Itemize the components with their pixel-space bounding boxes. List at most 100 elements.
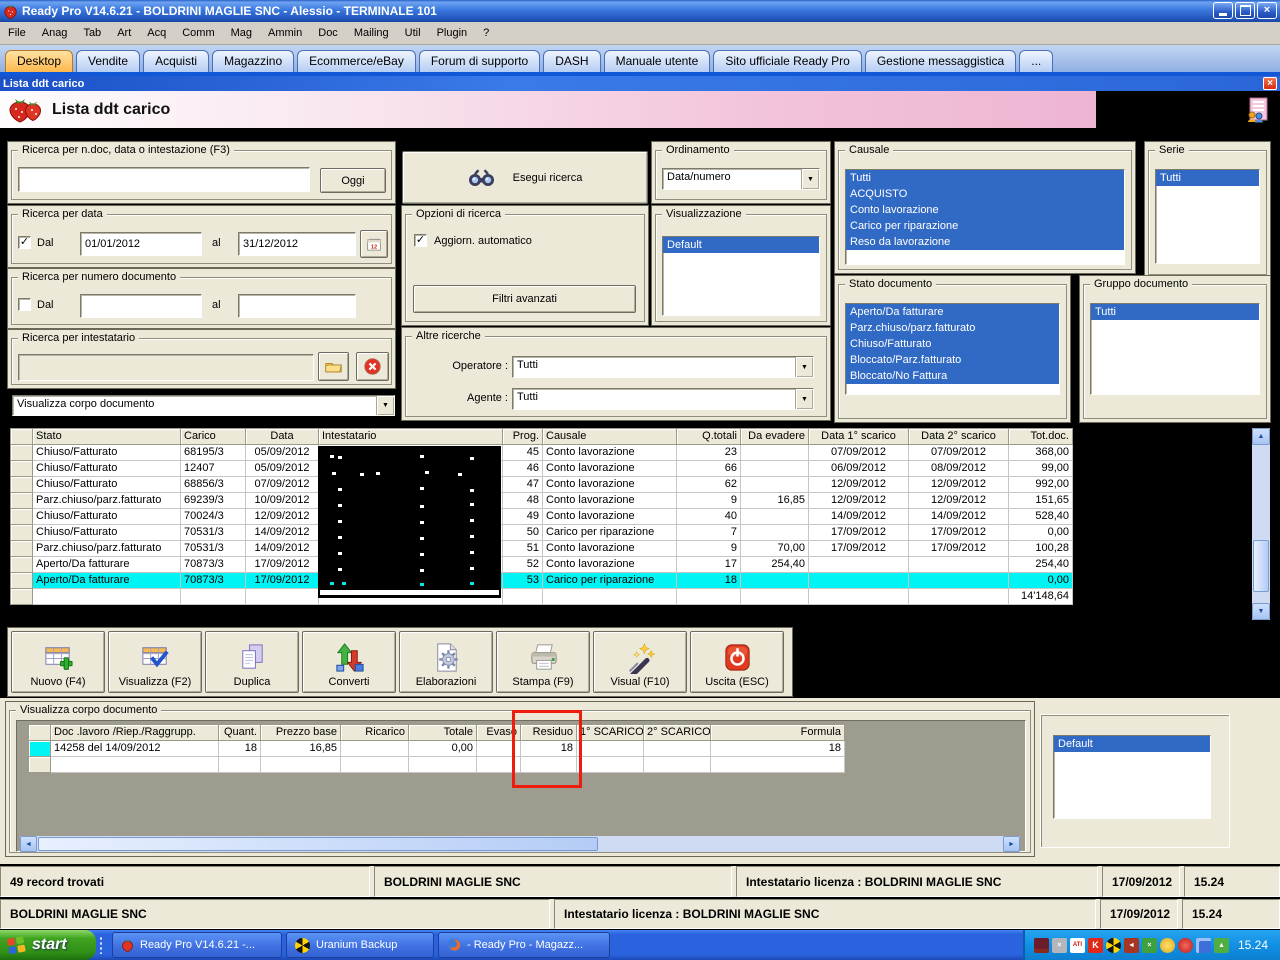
browse-intestatario-button[interactable] [318, 352, 349, 381]
menu-mailing[interactable]: Mailing [346, 24, 397, 42]
row-selector[interactable] [10, 524, 33, 541]
agente-combo[interactable]: Tutti ▼ [512, 388, 814, 410]
tab-sito[interactable]: Sito ufficiale Ready Pro [713, 50, 862, 72]
network-icon[interactable] [1195, 937, 1211, 953]
calendar-button[interactable]: 12 [360, 230, 388, 258]
table-row[interactable]: Chiuso/Fatturato 70531/3 14/09/2012 50 Caric… [10, 524, 1073, 541]
usb-eject-icon[interactable]: ▲ [1213, 937, 1229, 953]
document-users-icon[interactable] [1245, 97, 1269, 123]
table-row[interactable]: Chiuso/Fatturato 12407 05/09/2012 46 Conto l… [10, 460, 1073, 477]
row-selector[interactable] [10, 508, 33, 525]
scroll-left-icon[interactable]: ◄ [20, 836, 37, 852]
ordinamento-combo[interactable]: Data/numero ▼ [662, 168, 820, 190]
stampa-button[interactable]: Stampa (F9) [496, 631, 590, 693]
execute-search-button[interactable]: Esegui ricerca [402, 151, 648, 204]
table-row[interactable]: 14'148,64 [10, 588, 1073, 605]
column-header[interactable]: Q.totali [676, 428, 741, 445]
visualizzazione-listbox[interactable]: Default [662, 236, 820, 316]
list-item[interactable]: Tutti [1091, 304, 1259, 320]
menu-file[interactable]: File [0, 24, 34, 42]
elaborazioni-button[interactable]: Elaborazioni [399, 631, 493, 693]
column-header[interactable]: Ricarico [340, 724, 409, 741]
today-button[interactable]: Oggi [320, 168, 386, 193]
table-row[interactable] [28, 756, 845, 773]
serie-listbox[interactable]: Tutti [1155, 169, 1260, 264]
tab-vendite[interactable]: Vendite [76, 50, 141, 72]
menu-mag[interactable]: Mag [223, 24, 260, 42]
tab-messaggistica[interactable]: Gestione messaggistica [864, 50, 1017, 72]
table-row[interactable]: Aperto/Da fatturare 70873/3 17/09/2012 53 Ca… [10, 572, 1073, 589]
row-selector[interactable] [28, 740, 51, 757]
visual-button[interactable]: Visual (F10) [593, 631, 687, 693]
list-item[interactable]: ACQUISTO [846, 186, 1124, 202]
ati-icon[interactable]: ATI [1069, 937, 1085, 953]
row-selector[interactable] [10, 460, 33, 477]
column-header[interactable]: 2° SCARICO [643, 724, 711, 741]
table-row[interactable]: Aperto/Da fatturare 70873/3 17/09/2012 52 Co… [10, 556, 1073, 573]
tab-dash[interactable]: DASH [543, 50, 601, 72]
column-header[interactable]: Prezzo base [260, 724, 341, 741]
list-item[interactable]: Tutti [846, 170, 1124, 186]
column-header[interactable]: 1° SCARICO [576, 724, 644, 741]
list-item[interactable]: Reso da lavorazione [846, 234, 1124, 250]
converti-button[interactable]: Converti [302, 631, 396, 693]
hscroll-thumb[interactable] [38, 837, 598, 851]
clear-intestatario-button[interactable] [356, 352, 389, 381]
nuovo-button[interactable]: Nuovo (F4) [11, 631, 105, 693]
column-header[interactable]: Tot.doc. [1008, 428, 1073, 445]
scroll-up-icon[interactable]: ▲ [1252, 428, 1270, 445]
inactive-gray-icon[interactable]: × [1051, 937, 1067, 953]
start-button[interactable]: start [0, 930, 96, 960]
column-header[interactable]: Causale [542, 428, 677, 445]
table-row[interactable]: Chiuso/Fatturato 68856/3 07/09/2012 47 Conto… [10, 476, 1073, 493]
vscroll-thumb[interactable] [1253, 540, 1269, 592]
chevron-down-icon[interactable]: ▼ [376, 396, 394, 415]
list-item[interactable]: Default [663, 237, 819, 253]
row-selector[interactable] [10, 492, 33, 509]
column-header[interactable]: Formula [710, 724, 845, 741]
column-header[interactable]: Totale [408, 724, 477, 741]
stato-documento-listbox[interactable]: Aperto/Da fatturare Parz.chiuso/parz.fat… [845, 303, 1060, 395]
menu-plugin[interactable]: Plugin [429, 24, 476, 42]
alarm-bell-icon[interactable] [1159, 937, 1175, 953]
row-selector[interactable] [10, 444, 33, 461]
row-selector[interactable] [28, 756, 51, 773]
menu-help[interactable]: ? [475, 24, 497, 42]
menu-doc[interactable]: Doc [310, 24, 346, 42]
gruppo-documento-listbox[interactable]: Tutti [1090, 303, 1260, 395]
uranium-backup-icon[interactable] [1105, 937, 1121, 953]
column-header[interactable]: Carico [180, 428, 246, 445]
table-vscrollbar[interactable]: ▲ ▼ [1252, 428, 1270, 620]
list-item[interactable]: Aperto/Da fatturare [846, 304, 1059, 320]
tab-desktop[interactable]: Desktop [5, 50, 74, 72]
row-selector[interactable] [10, 556, 33, 573]
row-selector[interactable] [10, 588, 33, 605]
row-selector[interactable] [10, 572, 33, 589]
corpo-hscrollbar[interactable]: ◄ ► [20, 836, 1020, 852]
operatore-combo[interactable]: Tutti ▼ [512, 356, 814, 378]
table-row[interactable]: Parz.chiuso/parz.fatturato 70531/3 14/09/2… [10, 540, 1073, 557]
inner-close-button[interactable]: × [1263, 77, 1277, 90]
password-key-icon[interactable] [1033, 937, 1049, 953]
column-header[interactable]: Data 1° scarico [808, 428, 909, 445]
tab-more[interactable]: ... [1019, 50, 1054, 72]
list-item[interactable]: Bloccato/No Fattura [846, 368, 1059, 384]
number-to-input[interactable] [238, 294, 356, 318]
causale-listbox[interactable]: Tutti ACQUISTO Conto lavorazione Carico … [845, 169, 1125, 265]
table-row[interactable]: Chiuso/Fatturato 68195/3 05/09/2012 45 Conto… [10, 444, 1073, 461]
column-header[interactable]: Doc .lavoro /Riep./Raggrupp. [50, 724, 219, 741]
menu-anag[interactable]: Anag [34, 24, 76, 42]
scroll-right-icon[interactable]: ► [1003, 836, 1020, 852]
table-row[interactable]: Parz.chiuso/parz.fatturato 69239/3 10/09/2… [10, 492, 1073, 509]
corpo-view-combo[interactable]: Visualizza corpo documento ▼ [12, 395, 395, 416]
column-header[interactable]: Data 2° scarico [908, 428, 1009, 445]
column-header[interactable] [10, 428, 33, 445]
menu-tab[interactable]: Tab [75, 24, 109, 42]
intestatario-input[interactable] [18, 354, 314, 381]
number-from-input[interactable] [80, 294, 202, 318]
date-to-input[interactable] [238, 232, 356, 256]
column-header[interactable]: Da evadere [740, 428, 809, 445]
list-item[interactable]: Default [1054, 736, 1210, 752]
menu-ammin[interactable]: Ammin [260, 24, 310, 42]
column-header[interactable]: Quant. [218, 724, 261, 741]
